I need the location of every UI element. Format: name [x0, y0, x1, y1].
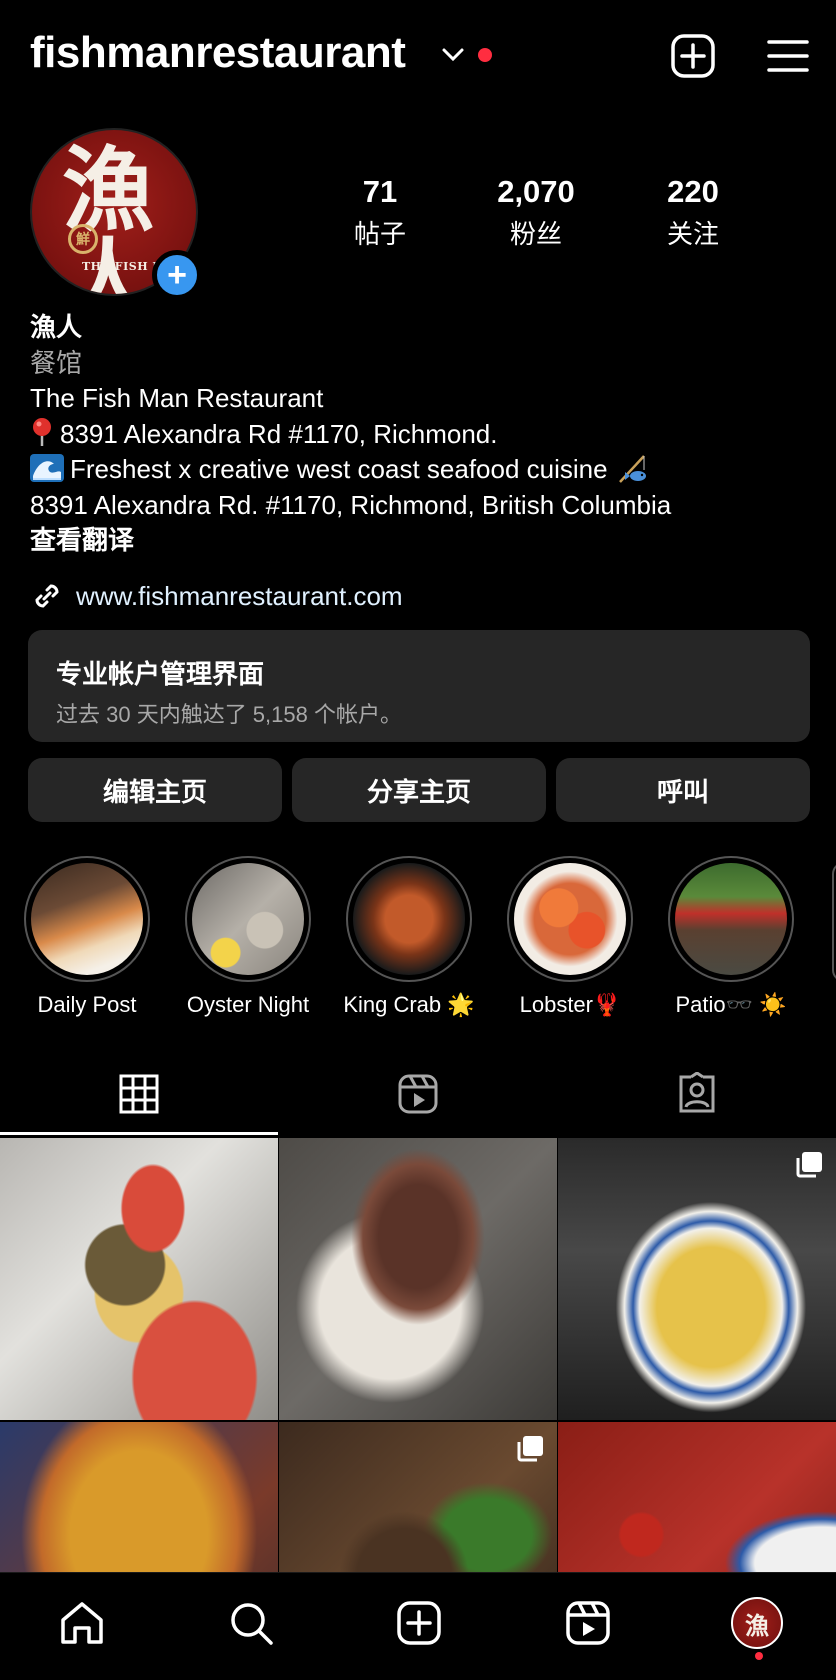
- highlight-oyster-night[interactable]: Oyster Night: [173, 856, 323, 1018]
- create-plus-icon[interactable]: [670, 33, 716, 79]
- stat-followers-label: 粉丝: [509, 219, 562, 249]
- notification-dot: [478, 48, 492, 62]
- display-name: 漁人: [30, 312, 83, 342]
- add-story-button[interactable]: +: [152, 250, 202, 300]
- bio-tagline-text: Freshest x creative west coast seafood c…: [70, 454, 608, 484]
- bottom-navigation: 漁: [0, 1572, 836, 1680]
- menu-icon[interactable]: [766, 36, 810, 76]
- highlight-patio[interactable]: Patio🕶️ ☀️: [656, 856, 806, 1018]
- search-icon: [231, 1603, 273, 1645]
- highlight-king-crab[interactable]: King Crab 🌟: [334, 856, 484, 1018]
- stat-following-label: 关注: [666, 219, 719, 249]
- avatar-seal: 鮮: [68, 224, 98, 254]
- highlight-label: Patio🕶️ ☀️: [675, 992, 787, 1017]
- dashboard-subtitle: 过去 30 天内触达了 5,158 个帐户。: [56, 702, 402, 727]
- bio-tagline: Freshest x creative west coast seafood c…: [30, 452, 820, 488]
- stat-following[interactable]: 220 关注: [613, 174, 773, 251]
- profile-notification-dot: [755, 1652, 763, 1660]
- grid-icon: [119, 1074, 159, 1114]
- post-thumbnail[interactable]: [0, 1422, 278, 1572]
- highlight-ring: [507, 856, 633, 982]
- create-icon: [397, 1601, 441, 1645]
- nav-home[interactable]: [52, 1593, 112, 1653]
- highlight-ring: [668, 856, 794, 982]
- tab-reels[interactable]: [279, 1054, 557, 1134]
- link-icon: [35, 584, 59, 608]
- bio-full-address[interactable]: 8391 Alexandra Rd. #1170, Richmond, Brit…: [30, 488, 820, 524]
- top-bar: fishmanrestaurant: [0, 0, 836, 112]
- bio-address-line: 8391 Alexandra Rd #1170, Richmond.: [30, 417, 820, 453]
- wave-icon: [30, 454, 64, 482]
- stat-following-value: 220: [667, 174, 719, 209]
- profile-tabs: [0, 1054, 836, 1134]
- stat-followers[interactable]: 2,070 粉丝: [456, 174, 616, 251]
- tagged-icon: [679, 1072, 715, 1113]
- website-url[interactable]: www.fishmanrestaurant.com: [76, 581, 403, 612]
- highlight-thumbnail: [192, 863, 304, 975]
- fishing-pole-icon: [618, 455, 646, 483]
- highlight-lobster[interactable]: Lobster🦞: [495, 856, 645, 1018]
- highlight-partial[interactable]: [832, 862, 836, 982]
- multi-photo-icon: [517, 1436, 543, 1462]
- website-link[interactable]: www.fishmanrestaurant.com: [30, 578, 403, 614]
- share-profile-button[interactable]: 分享主页: [292, 758, 546, 822]
- see-translation-link[interactable]: 查看翻译: [30, 523, 820, 559]
- highlight-thumbnail: [675, 863, 787, 975]
- highlight-ring: [346, 856, 472, 982]
- nav-create[interactable]: [389, 1593, 449, 1653]
- bio-line: The Fish Man Restaurant: [30, 383, 324, 413]
- stat-posts-label: 帖子: [353, 219, 406, 249]
- post-thumbnail[interactable]: [558, 1422, 836, 1572]
- highlight-label: Daily Post: [37, 992, 137, 1017]
- pin-icon: [33, 417, 51, 446]
- reels-icon: [398, 1074, 438, 1114]
- bio: 漁人 餐馆 The Fish Man Restaurant 8391 Alexa…: [30, 310, 820, 559]
- highlight-label: King Crab 🌟: [343, 992, 475, 1017]
- nav-search[interactable]: [221, 1593, 281, 1653]
- highlight-ring: [24, 856, 150, 982]
- username-title[interactable]: fishmanrestaurant: [30, 28, 406, 78]
- highlight-daily-post[interactable]: Daily Post: [12, 856, 162, 1018]
- bio-address-text: 8391 Alexandra Rd #1170, Richmond.: [60, 418, 498, 449]
- stat-posts-value: 71: [362, 174, 398, 209]
- category-label: 餐馆: [30, 347, 83, 378]
- nav-profile[interactable]: 漁: [727, 1593, 787, 1653]
- professional-dashboard[interactable]: 专业帐户管理界面 过去 30 天内触达了 5,158 个帐户。: [28, 630, 810, 742]
- post-grid: [0, 1138, 836, 1572]
- tab-posts[interactable]: [0, 1054, 278, 1134]
- highlight-thumbnail: [514, 863, 626, 975]
- tab-tagged[interactable]: [558, 1054, 836, 1134]
- highlight-thumbnail: [353, 863, 465, 975]
- call-button[interactable]: 呼叫: [556, 758, 810, 822]
- profile-avatar-small: 漁: [731, 1597, 783, 1649]
- multi-photo-icon: [796, 1152, 822, 1178]
- post-thumbnail[interactable]: [279, 1138, 557, 1420]
- post-thumbnail[interactable]: [558, 1138, 836, 1420]
- highlight-ring: [185, 856, 311, 982]
- profile-avatar[interactable]: 漁人 鮮 THE FISH MAN +: [30, 128, 202, 300]
- active-tab-indicator: [0, 1132, 278, 1135]
- post-thumbnail[interactable]: [0, 1138, 278, 1420]
- chevron-down-icon[interactable]: [440, 44, 466, 66]
- highlight-label: Oyster Night: [186, 992, 310, 1017]
- home-icon: [61, 1602, 103, 1644]
- reels-icon: [566, 1601, 610, 1645]
- nav-reels[interactable]: [558, 1593, 618, 1653]
- stat-followers-value: 2,070: [497, 174, 575, 209]
- stat-posts[interactable]: 71 帖子: [300, 174, 460, 251]
- highlight-label: Lobster🦞: [519, 992, 621, 1017]
- post-thumbnail[interactable]: [279, 1422, 557, 1572]
- dashboard-title: 专业帐户管理界面: [56, 659, 265, 689]
- edit-profile-button[interactable]: 编辑主页: [28, 758, 282, 822]
- highlight-thumbnail: [31, 863, 143, 975]
